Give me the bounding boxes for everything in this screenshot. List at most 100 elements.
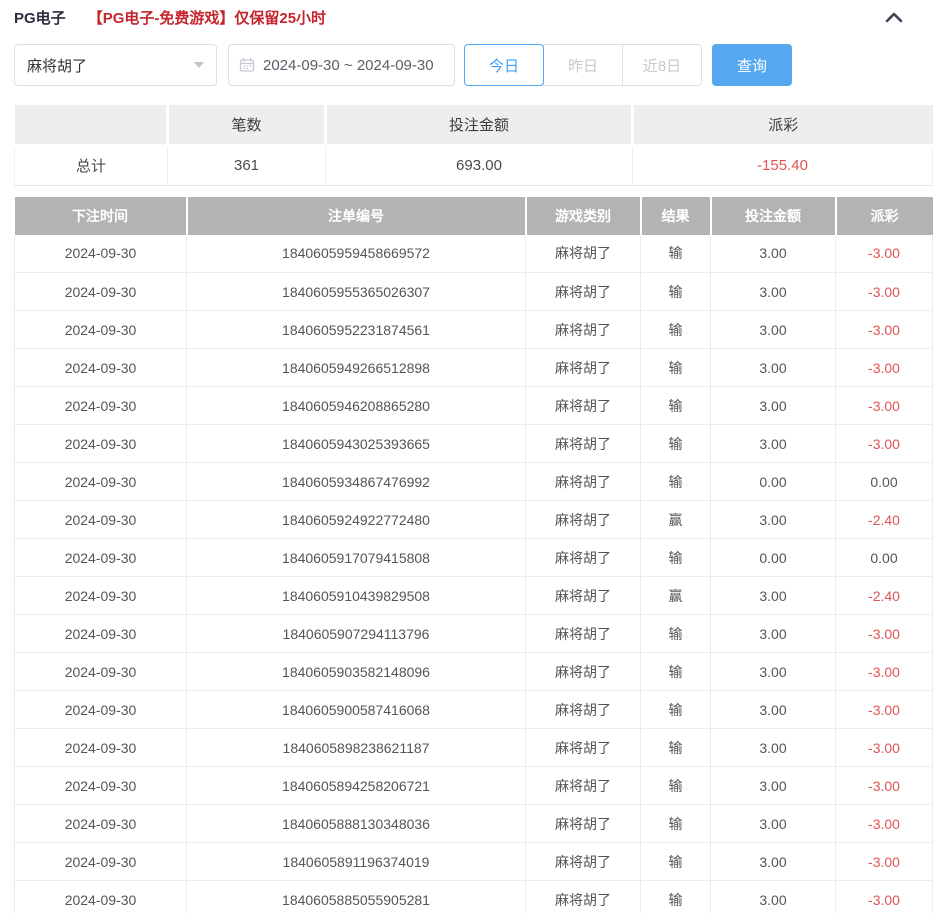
- cell-bet-amount: 3.00: [710, 690, 836, 729]
- cell-payout: -2.40: [835, 576, 933, 615]
- record-row: 2024-09-30 1840605955365026307 麻将胡了 输 3.…: [14, 272, 933, 311]
- cell-game-type: 麻将胡了: [525, 804, 641, 843]
- col-header-bet-time: 下注时间: [14, 196, 188, 235]
- record-row: 2024-09-30 1840605891196374019 麻将胡了 输 3.…: [14, 842, 933, 881]
- record-row: 2024-09-30 1840605898238621187 麻将胡了 输 3.…: [14, 728, 933, 767]
- cell-order-no: 1840605910439829508: [186, 576, 526, 615]
- cell-payout: -2.40: [835, 500, 933, 539]
- cell-result: 输: [640, 804, 711, 843]
- cell-game-type: 麻将胡了: [525, 386, 641, 425]
- cell-result: 输: [640, 386, 711, 425]
- cell-order-no: 1840605907294113796: [186, 614, 526, 653]
- cell-bet-time: 2024-09-30: [14, 500, 187, 539]
- cell-game-type: 麻将胡了: [525, 424, 641, 463]
- chevron-down-icon: [194, 62, 204, 68]
- quick-range-button-group: 今日 昨日 近8日: [464, 44, 702, 86]
- cell-result: 输: [640, 234, 711, 273]
- cell-order-no: 1840605924922772480: [186, 500, 526, 539]
- cell-payout: -3.00: [835, 804, 933, 843]
- records-table: 下注时间 注单编号 游戏类别 结果 投注金额 派彩 2024-09-30 184…: [14, 196, 933, 913]
- record-row: 2024-09-30 1840605903582148096 麻将胡了 输 3.…: [14, 652, 933, 691]
- cell-bet-amount: 3.00: [710, 310, 836, 349]
- cell-result: 赢: [640, 500, 711, 539]
- cell-bet-time: 2024-09-30: [14, 614, 187, 653]
- summary-total-label: 总计: [14, 145, 168, 186]
- cell-payout: -3.00: [835, 272, 933, 311]
- game-select-value: 麻将胡了: [27, 57, 88, 75]
- cell-bet-amount: 3.00: [710, 804, 836, 843]
- cell-bet-amount: 3.00: [710, 880, 836, 913]
- date-range-input[interactable]: 2024-09-30 ~ 2024-09-30: [228, 44, 455, 86]
- cell-bet-amount: 3.00: [710, 842, 836, 881]
- quick-button-last-8-days[interactable]: 近8日: [622, 44, 702, 86]
- record-row: 2024-09-30 1840605943025393665 麻将胡了 输 3.…: [14, 424, 933, 463]
- query-button[interactable]: 查询: [712, 44, 792, 86]
- record-row: 2024-09-30 1840605949266512898 麻将胡了 输 3.…: [14, 348, 933, 387]
- cell-bet-amount: 3.00: [710, 652, 836, 691]
- record-row: 2024-09-30 1840605946208865280 麻将胡了 输 3.…: [14, 386, 933, 425]
- cell-order-no: 1840605949266512898: [186, 348, 526, 387]
- cell-bet-amount: 3.00: [710, 614, 836, 653]
- cell-order-no: 1840605955365026307: [186, 272, 526, 311]
- summary-col-count: 笔数: [167, 105, 327, 147]
- cell-payout: -3.00: [835, 424, 933, 463]
- record-row: 2024-09-30 1840605917079415808 麻将胡了 输 0.…: [14, 538, 933, 577]
- summary-count-value: 361: [167, 145, 326, 186]
- quick-button-yesterday[interactable]: 昨日: [543, 44, 623, 86]
- cell-game-type: 麻将胡了: [525, 728, 641, 767]
- records-tbody: 2024-09-30 1840605959458669572 麻将胡了 输 3.…: [14, 234, 933, 913]
- cell-bet-time: 2024-09-30: [14, 272, 187, 311]
- cell-payout: -3.00: [835, 842, 933, 881]
- collapse-chevron-up-icon[interactable]: [884, 10, 904, 24]
- cell-bet-amount: 3.00: [710, 728, 836, 767]
- cell-result: 输: [640, 842, 711, 881]
- cell-result: 输: [640, 766, 711, 805]
- cell-payout: 0.00: [835, 462, 933, 501]
- cell-bet-time: 2024-09-30: [14, 462, 187, 501]
- cell-order-no: 1840605900587416068: [186, 690, 526, 729]
- cell-bet-time: 2024-09-30: [14, 310, 187, 349]
- cell-game-type: 麻将胡了: [525, 880, 641, 913]
- cell-payout: -3.00: [835, 728, 933, 767]
- col-header-game-type: 游戏类别: [525, 196, 642, 235]
- record-row: 2024-09-30 1840605888130348036 麻将胡了 输 3.…: [14, 804, 933, 843]
- cell-order-no: 1840605885055905281: [186, 880, 526, 913]
- record-row: 2024-09-30 1840605924922772480 麻将胡了 赢 3.…: [14, 500, 933, 539]
- cell-bet-time: 2024-09-30: [14, 348, 187, 387]
- cell-payout: -3.00: [835, 614, 933, 653]
- cell-game-type: 麻将胡了: [525, 538, 641, 577]
- cell-bet-time: 2024-09-30: [14, 804, 187, 843]
- cell-order-no: 1840605943025393665: [186, 424, 526, 463]
- col-header-bet-amount: 投注金额: [710, 196, 837, 235]
- summary-col-empty: [14, 105, 169, 147]
- col-header-result: 结果: [640, 196, 712, 235]
- cell-result: 输: [640, 690, 711, 729]
- cell-order-no: 1840605898238621187: [186, 728, 526, 767]
- title-bar: PG电子 【PG电子-免费游戏】仅保留25小时: [0, 0, 946, 28]
- cell-result: 输: [640, 652, 711, 691]
- filter-bar: 麻将胡了 2024-09-30 ~ 2024-09-30 今日 昨日 近8日 查…: [14, 44, 932, 86]
- cell-payout: -3.00: [835, 386, 933, 425]
- cell-bet-time: 2024-09-30: [14, 538, 187, 577]
- cell-payout: -3.00: [835, 310, 933, 349]
- quick-button-today[interactable]: 今日: [464, 44, 544, 86]
- cell-game-type: 麻将胡了: [525, 462, 641, 501]
- summary-bet-amount-value: 693.00: [325, 145, 633, 186]
- record-row: 2024-09-30 1840605952231874561 麻将胡了 输 3.…: [14, 310, 933, 349]
- cell-result: 输: [640, 272, 711, 311]
- cell-bet-amount: 3.00: [710, 348, 836, 387]
- cell-bet-time: 2024-09-30: [14, 652, 187, 691]
- cell-game-type: 麻将胡了: [525, 576, 641, 615]
- record-row: 2024-09-30 1840605934867476992 麻将胡了 输 0.…: [14, 462, 933, 501]
- cell-payout: -3.00: [835, 880, 933, 913]
- record-row: 2024-09-30 1840605894258206721 麻将胡了 输 3.…: [14, 766, 933, 805]
- cell-bet-amount: 0.00: [710, 538, 836, 577]
- cell-bet-time: 2024-09-30: [14, 424, 187, 463]
- records-header-row: 下注时间 注单编号 游戏类别 结果 投注金额 派彩: [14, 196, 933, 235]
- cell-result: 输: [640, 880, 711, 913]
- cell-payout: -3.00: [835, 766, 933, 805]
- game-select[interactable]: 麻将胡了: [14, 44, 217, 86]
- summary-col-bet-amount: 投注金额: [325, 105, 634, 147]
- cell-game-type: 麻将胡了: [525, 348, 641, 387]
- cell-bet-amount: 3.00: [710, 386, 836, 425]
